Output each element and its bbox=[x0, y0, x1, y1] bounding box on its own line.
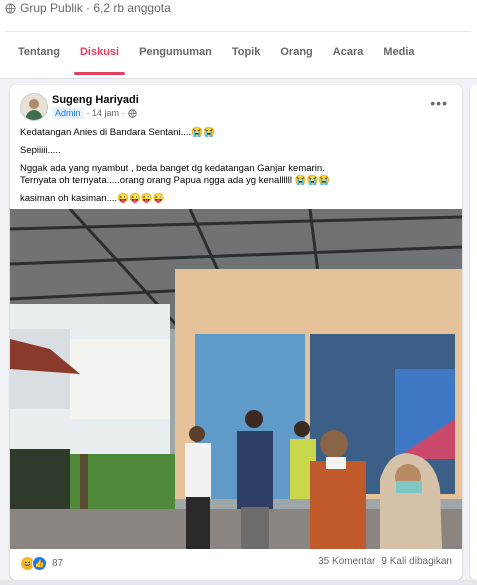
admin-badge: Admin bbox=[52, 107, 84, 119]
group-meta-text: Grup Publik · 6,2 rb anggota bbox=[20, 1, 171, 15]
privacy-globe-icon bbox=[127, 108, 137, 118]
post-line: Sepiiiii..... bbox=[20, 145, 61, 156]
side-card-edge bbox=[470, 85, 477, 580]
post-footer: 😆 👍 87 35 Komentar 9 Kali dibagikan bbox=[20, 555, 452, 571]
group-tabs: Tentang Diskusi Pengumuman Topik Orang A… bbox=[8, 32, 425, 75]
post-meta: Admin · 14 jam · bbox=[52, 107, 137, 119]
author-avatar[interactable] bbox=[20, 93, 48, 121]
post-photo[interactable] bbox=[10, 209, 462, 549]
group-header: Grup Publik · 6,2 rb anggota Tentang Dis… bbox=[0, 0, 477, 79]
tab-pengumuman[interactable]: Pengumuman bbox=[129, 32, 222, 72]
tab-tentang[interactable]: Tentang bbox=[8, 32, 70, 72]
tab-topik[interactable]: Topik bbox=[222, 32, 271, 72]
post-line: Nggak ada yang nyambut , beda banget dg … bbox=[20, 163, 325, 174]
post-line: Kedatangan Anies di Bandara Sentani....😭… bbox=[20, 127, 215, 138]
post-line: Ternyata oh ternyata.....orang orang Pap… bbox=[20, 175, 331, 186]
tab-diskusi[interactable]: Diskusi bbox=[70, 32, 129, 75]
group-meta: Grup Publik · 6,2 rb anggota bbox=[5, 1, 171, 15]
like-reaction-icon: 👍 bbox=[32, 556, 47, 571]
comments-count-link[interactable]: 35 Komentar bbox=[318, 556, 375, 567]
globe-icon bbox=[5, 2, 16, 14]
next-post-edge bbox=[0, 580, 477, 585]
author-name[interactable]: Sugeng Hariyadi bbox=[52, 94, 139, 106]
tab-orang[interactable]: Orang bbox=[270, 32, 322, 72]
more-options-icon[interactable]: ••• bbox=[430, 95, 448, 111]
reaction-count: 87 bbox=[52, 558, 64, 569]
post-line: kasiman oh kasiman....😜😜😜😜 bbox=[20, 193, 165, 204]
reaction-summary[interactable]: 😆 👍 87 bbox=[20, 556, 63, 571]
airport-photo bbox=[10, 209, 462, 549]
post-stats: 35 Komentar 9 Kali dibagikan bbox=[318, 556, 452, 567]
post-card: Sugeng Hariyadi Admin · 14 jam · ••• Ked… bbox=[10, 85, 462, 580]
shares-count-link[interactable]: 9 Kali dibagikan bbox=[381, 556, 452, 567]
tab-media[interactable]: Media bbox=[373, 32, 424, 72]
tab-acara[interactable]: Acara bbox=[323, 32, 374, 72]
post-time[interactable]: · 14 jam · bbox=[87, 108, 125, 118]
post-text: Kedatangan Anies di Bandara Sentani....😭… bbox=[20, 127, 450, 205]
